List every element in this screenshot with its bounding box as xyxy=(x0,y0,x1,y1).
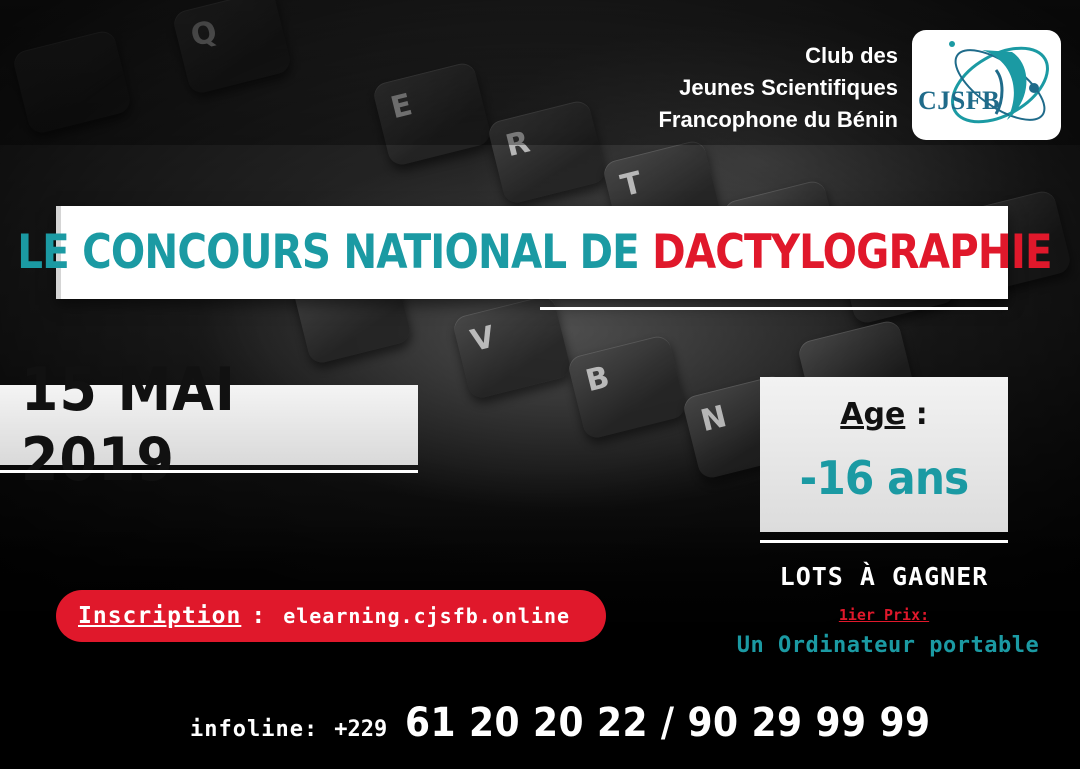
age-label: Age : xyxy=(760,397,1008,432)
title-part-2: DACTYLOGRAPHIE xyxy=(652,225,1053,280)
infoline-country-code: +229 xyxy=(334,717,388,742)
title-part-1: LE CONCOURS NATIONAL DE xyxy=(17,225,653,280)
cjsfb-logo: CJSFB xyxy=(912,30,1061,140)
inscription-label: Inscription xyxy=(78,603,242,629)
club-name: Club des Jeunes Scientifiques Francophon… xyxy=(658,40,898,136)
inscription-url-link[interactable]: elearning.cjsfb.online xyxy=(283,604,570,628)
age-underline xyxy=(760,540,1008,543)
club-name-line: Jeunes Scientifiques xyxy=(679,75,898,100)
event-date: 15 MAI 2019 xyxy=(20,355,236,495)
logo-text: CJSFB xyxy=(918,86,1000,115)
infoline-phone-numbers[interactable]: 61 20 20 22 / 90 29 99 99 xyxy=(405,700,930,746)
prizes-heading: LOTS À GAGNER xyxy=(779,562,989,591)
club-name-line: Francophone du Bénin xyxy=(658,107,898,132)
logo-emblem-icon xyxy=(949,41,1049,124)
title-underline xyxy=(540,307,1008,310)
first-prize-value: Un Ordinateur portable xyxy=(736,633,1040,658)
date-underline xyxy=(0,470,418,473)
age-value: -16 ans xyxy=(799,451,970,505)
infoline: infoline: +229 61 20 20 22 / 90 29 99 99 xyxy=(190,700,989,750)
date-banner: 15 MAI 2019 xyxy=(0,355,418,495)
age-label-colon: : xyxy=(905,397,928,432)
page-title: LE CONCOURS NATIONAL DE DACTYLOGRAPHIE xyxy=(17,225,1052,280)
title-banner: LE CONCOURS NATIONAL DE DACTYLOGRAPHIE xyxy=(17,206,1053,299)
inscription-colon: : xyxy=(251,603,266,629)
age-label-text: Age xyxy=(840,397,906,432)
age-box: Age : -16 ans xyxy=(760,377,1008,532)
inscription-pill[interactable]: Inscription : elearning.cjsfb.online xyxy=(56,590,606,642)
first-prize-label: 1ier Prix: xyxy=(838,606,930,624)
infoline-label: infoline: xyxy=(190,717,319,742)
club-name-line: Club des xyxy=(805,43,898,68)
